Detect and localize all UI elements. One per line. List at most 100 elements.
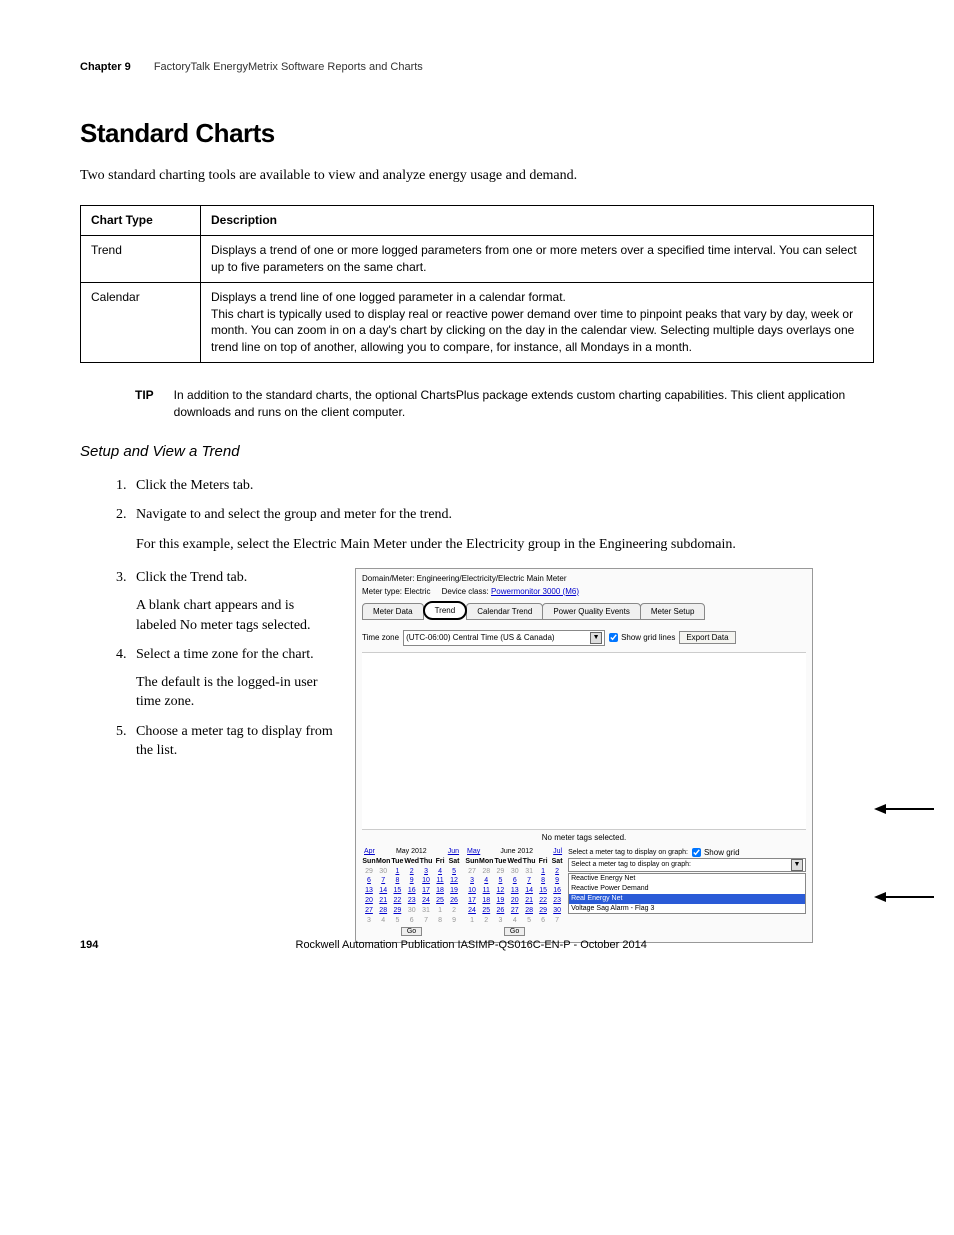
cal-day[interactable]: 7	[376, 876, 390, 886]
cal-day[interactable]: 18	[479, 896, 493, 906]
checkbox-input[interactable]	[692, 848, 701, 857]
cal-day[interactable]: 2	[550, 867, 564, 877]
cal-day[interactable]: 23	[404, 896, 419, 906]
cal-day[interactable]: 31	[522, 867, 536, 877]
cal-day[interactable]: 18	[433, 886, 447, 896]
cal-next[interactable]: Jun	[448, 847, 459, 857]
cal-day[interactable]: 10	[419, 876, 433, 886]
cal-day[interactable]: 22	[536, 896, 550, 906]
cal-day[interactable]: 4	[433, 867, 447, 877]
cal-day[interactable]: 9	[404, 876, 419, 886]
cal-next[interactable]: Jul	[553, 847, 562, 857]
cal-day[interactable]: 14	[522, 886, 536, 896]
cal-day[interactable]: 6	[404, 916, 419, 926]
go-button-june[interactable]: Go	[504, 927, 525, 936]
cal-day[interactable]: 14	[376, 886, 390, 896]
cal-day[interactable]: 1	[433, 906, 447, 916]
cal-day[interactable]: 6	[536, 916, 550, 926]
cal-day[interactable]: 26	[493, 906, 507, 916]
cal-day[interactable]: 8	[390, 876, 404, 886]
cal-day[interactable]: 28	[522, 906, 536, 916]
cal-day[interactable]: 27	[507, 906, 522, 916]
cal-day[interactable]: 2	[447, 906, 461, 916]
cal-day[interactable]: 10	[465, 886, 479, 896]
tag-option[interactable]: Reactive Power Demand	[569, 884, 805, 894]
cal-day[interactable]: 4	[479, 876, 493, 886]
cal-day[interactable]: 21	[522, 896, 536, 906]
cal-day[interactable]: 11	[479, 886, 493, 896]
tab-meter-data[interactable]: Meter Data	[362, 603, 424, 620]
cal-day[interactable]: 24	[419, 896, 433, 906]
cal-day[interactable]: 4	[376, 916, 390, 926]
cal-day[interactable]: 29	[362, 867, 376, 877]
cal-day[interactable]: 2	[404, 867, 419, 877]
cal-prev[interactable]: Apr	[364, 847, 375, 857]
cal-day[interactable]: 8	[536, 876, 550, 886]
cal-day[interactable]: 30	[550, 906, 564, 916]
cal-day[interactable]: 1	[390, 867, 404, 877]
cal-day[interactable]: 9	[447, 916, 461, 926]
cal-day[interactable]: 9	[550, 876, 564, 886]
cal-day[interactable]: 16	[550, 886, 564, 896]
calendar-may[interactable]: AprMay 2012JunSunMonTueWedThuFriSat29301…	[362, 847, 461, 925]
cal-day[interactable]: 30	[507, 867, 522, 877]
tag-option[interactable]: Reactive Energy Net	[569, 874, 805, 884]
cal-day[interactable]: 6	[362, 876, 376, 886]
cal-day[interactable]: 13	[507, 886, 522, 896]
tag-option-list[interactable]: Reactive Energy NetReactive Power Demand…	[568, 873, 806, 914]
cal-day[interactable]: 17	[419, 886, 433, 896]
cal-day[interactable]: 29	[390, 906, 404, 916]
cal-day[interactable]: 25	[479, 906, 493, 916]
cal-day[interactable]: 11	[433, 876, 447, 886]
cal-day[interactable]: 28	[376, 906, 390, 916]
cal-day[interactable]: 19	[493, 896, 507, 906]
tag-option[interactable]: Voltage Sag Alarm - Flag 3	[569, 904, 805, 914]
cal-day[interactable]: 3	[419, 867, 433, 877]
tab-trend[interactable]: Trend	[423, 601, 468, 620]
cal-day[interactable]: 8	[433, 916, 447, 926]
cal-day[interactable]: 7	[522, 876, 536, 886]
tab-calendar-trend[interactable]: Calendar Trend	[466, 603, 543, 620]
cal-day[interactable]: 12	[447, 876, 461, 886]
cal-day[interactable]: 16	[404, 886, 419, 896]
cal-day[interactable]: 27	[465, 867, 479, 877]
cal-day[interactable]: 25	[433, 896, 447, 906]
cal-day[interactable]: 29	[493, 867, 507, 877]
cal-day[interactable]: 20	[507, 896, 522, 906]
cal-day[interactable]: 7	[550, 916, 564, 926]
cal-day[interactable]: 12	[493, 886, 507, 896]
cal-day[interactable]: 1	[536, 867, 550, 877]
cal-day[interactable]: 5	[390, 916, 404, 926]
cal-day[interactable]: 13	[362, 886, 376, 896]
cal-day[interactable]: 31	[419, 906, 433, 916]
cal-day[interactable]: 5	[493, 876, 507, 886]
show-grid-checkbox[interactable]: Show grid lines	[609, 632, 675, 643]
cal-day[interactable]: 17	[465, 896, 479, 906]
cal-day[interactable]: 30	[376, 867, 390, 877]
cal-day[interactable]: 19	[447, 886, 461, 896]
cal-day[interactable]: 23	[550, 896, 564, 906]
calendar-june[interactable]: MayJune 2012JulSunMonTueWedThuFriSat2728…	[465, 847, 564, 925]
cal-day[interactable]: 5	[447, 867, 461, 877]
cal-day[interactable]: 30	[404, 906, 419, 916]
cal-day[interactable]: 26	[447, 896, 461, 906]
timezone-select[interactable]: (UTC-06:00) Central Time (US & Canada) ▼	[403, 630, 605, 646]
cal-day[interactable]: 4	[507, 916, 522, 926]
go-button-may[interactable]: Go	[401, 927, 422, 936]
cal-day[interactable]: 3	[362, 916, 376, 926]
cal-day[interactable]: 5	[522, 916, 536, 926]
cal-day[interactable]: 24	[465, 906, 479, 916]
cal-day[interactable]: 6	[507, 876, 522, 886]
cal-day[interactable]: 3	[465, 876, 479, 886]
cal-day[interactable]: 20	[362, 896, 376, 906]
tag-option[interactable]: Real Energy Net	[569, 894, 805, 904]
cal-day[interactable]: 27	[362, 906, 376, 916]
cal-day[interactable]: 15	[536, 886, 550, 896]
cal-day[interactable]: 1	[465, 916, 479, 926]
tab-power-quality[interactable]: Power Quality Events	[542, 603, 640, 620]
device-class-link[interactable]: Powermonitor 3000 (M6)	[491, 587, 579, 596]
tag-select[interactable]: Select a meter tag to display on graph: …	[568, 858, 806, 872]
cal-prev[interactable]: May	[467, 847, 480, 857]
checkbox-input[interactable]	[609, 633, 618, 642]
cal-day[interactable]: 3	[493, 916, 507, 926]
